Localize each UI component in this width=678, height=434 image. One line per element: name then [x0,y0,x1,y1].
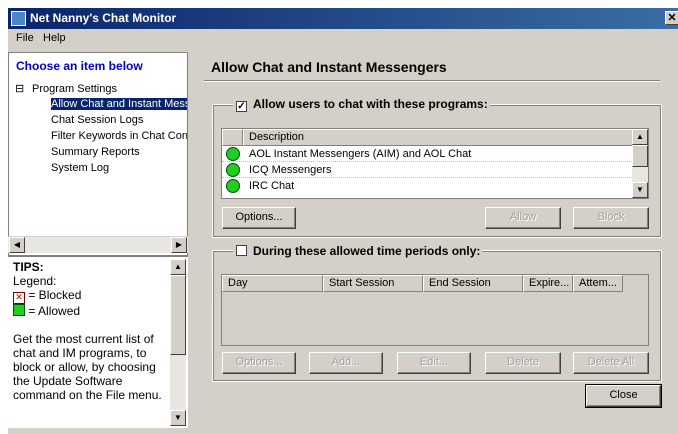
list-item-label: AOL Instant Messengers (AIM) and AOL Cha… [249,148,472,160]
time-periods-list[interactable]: Day Start Session End Session Expire... … [221,274,649,346]
menu-help[interactable]: Help [43,32,66,44]
legend-label: Legend: [13,274,57,288]
allowed-status-icon [226,179,240,193]
allowed-status-icon [226,147,240,161]
add-button[interactable]: Add... [309,352,383,374]
list-item-label: IRC Chat [249,180,295,192]
tips-panel: TIPS: Legend: ✕ = Blocked = Allowed Get … [8,255,188,428]
allowed-status-icon [226,163,240,177]
tree-item-summary-reports[interactable]: Summary Reports [51,146,140,158]
allow-label-wrap: ✓ Allow users to chat with these programs… [233,97,490,112]
title-bar: Net Nanny's Chat Monitor ✕ [8,8,678,29]
legend-blocked: = Blocked [28,288,82,302]
attempts-column-header[interactable]: Attem... [573,275,623,292]
list-item[interactable]: IRC Chat [222,178,632,194]
scroll-left-arrow-icon[interactable]: ◀ [9,237,25,253]
list-item-label: ICQ Messengers [249,164,332,176]
tree-item-system-log[interactable]: System Log [51,162,109,174]
tips-title: TIPS: [13,260,44,274]
allow-button[interactable]: Allow [485,207,561,229]
allow-options-button[interactable]: Options... [222,207,296,229]
tree-item-filter-keywords[interactable]: Filter Keywords in Chat Conv [51,130,187,142]
scroll-up-arrow-icon[interactable]: ▲ [170,259,186,275]
close-window-button[interactable]: ✕ [665,11,678,25]
end-session-column-header[interactable]: End Session [423,275,523,292]
edit-button[interactable]: Edit... [397,352,471,374]
time-checkbox-label[interactable]: During these allowed time periods only: [253,244,480,258]
list-scroll-thumb[interactable] [632,145,648,167]
app-icon [11,11,26,26]
legend-allowed: = Allowed [28,304,81,318]
time-label-wrap: During these allowed time periods only: [233,244,483,258]
menu-file[interactable]: File [16,32,34,44]
window-title: Net Nanny's Chat Monitor [30,11,177,25]
delete-button[interactable]: Delete [485,352,561,374]
time-options-button[interactable]: Options... [222,352,296,374]
expire-column-header[interactable]: Expire... [523,275,573,292]
menu-bar: File Help [8,29,678,49]
allow-checkbox[interactable]: ✓ [236,101,247,112]
block-button[interactable]: Block [573,207,649,229]
tips-scroll-thumb[interactable] [170,275,186,355]
page-title: Allow Chat and Instant Messengers [211,59,447,75]
status-column-header[interactable] [222,129,243,146]
close-button[interactable]: Close [585,384,662,408]
day-column-header[interactable]: Day [222,275,323,292]
blocked-icon: ✕ [13,292,25,304]
programs-list[interactable]: Description AOL Instant Messengers (AIM)… [221,128,649,199]
tips-vertical-scrollbar[interactable]: ▲ ▼ [170,259,186,426]
scroll-down-arrow-icon[interactable]: ▼ [170,410,186,426]
choose-heading: Choose an item below [16,59,143,73]
description-column-header[interactable]: Description [243,129,634,146]
allow-checkbox-label[interactable]: Allow users to chat with these programs: [253,97,488,111]
tree-item-chat-session-logs[interactable]: Chat Session Logs [51,114,143,126]
delete-all-button[interactable]: Delete All [573,352,649,374]
allowed-icon [13,304,25,316]
tree-horizontal-scrollbar[interactable]: ◀ ▶ [8,236,188,253]
scroll-right-arrow-icon[interactable]: ▶ [171,237,187,253]
scroll-up-arrow-icon[interactable]: ▲ [632,129,648,145]
scroll-down-arrow-icon[interactable]: ▼ [632,182,648,198]
list-item[interactable]: ICQ Messengers [222,162,632,178]
time-checkbox[interactable] [236,245,247,256]
tree-item-program-settings[interactable]: Program Settings [32,83,117,95]
start-session-column-header[interactable]: Start Session [323,275,423,292]
list-item[interactable]: AOL Instant Messengers (AIM) and AOL Cha… [222,146,632,162]
navigation-tree: ⊟ Program Settings Allow Chat and Instan… [11,79,187,237]
title-divider [204,80,660,82]
tips-body: Get the most current list of chat and IM… [13,332,162,402]
tree-item-allow-chat[interactable]: Allow Chat and Instant Mess [51,98,187,110]
tree-collapse-icon[interactable]: ⊟ [15,82,24,95]
list-vertical-scrollbar[interactable]: ▲ ▼ [632,129,648,198]
